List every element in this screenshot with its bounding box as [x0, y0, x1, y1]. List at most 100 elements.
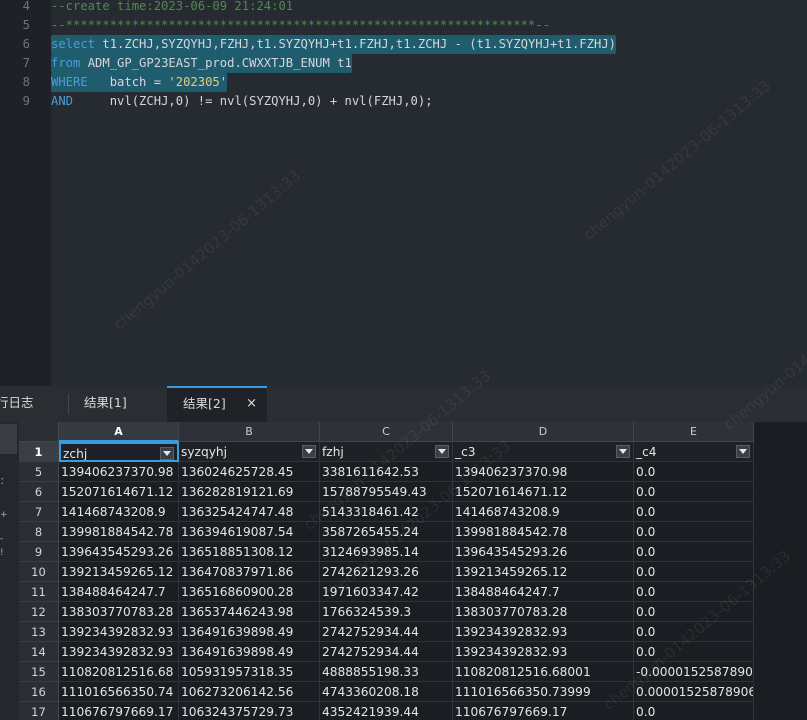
table-cell[interactable]: 3587265455.24 — [320, 522, 453, 542]
table-cell[interactable]: 4743360208.18 — [320, 682, 453, 702]
table-cell[interactable]: 15788795549.43 — [320, 482, 453, 502]
row-header[interactable]: 11 — [19, 582, 59, 602]
table-cell[interactable]: 0.0 — [634, 562, 754, 582]
table-cell[interactable]: 136282819121.69 — [179, 482, 320, 502]
table-cell[interactable]: 139643545293.26 — [453, 542, 634, 562]
table-cell[interactable]: 136491639898.49 — [179, 622, 320, 642]
table-cell[interactable]: 0.0 — [634, 482, 754, 502]
table-cell[interactable]: 2742752934.44 — [320, 622, 453, 642]
table-cell[interactable]: 0.0 — [634, 582, 754, 602]
filter-dropdown-icon[interactable] — [160, 447, 174, 460]
table-cell[interactable]: 139234392832.93 — [453, 622, 634, 642]
close-icon[interactable]: × — [246, 388, 257, 419]
row-header[interactable]: 1 — [19, 442, 59, 462]
table-cell[interactable]: 0.0 — [634, 622, 754, 642]
field-filter-cc3[interactable]: _c3 — [453, 442, 634, 462]
table-cell[interactable]: 136516860900.28 — [179, 582, 320, 602]
table-cell[interactable]: 2742621293.26 — [320, 562, 453, 582]
column-header-c[interactable]: C — [320, 422, 453, 442]
row-header[interactable]: 9 — [19, 542, 59, 562]
table-cell[interactable]: 111016566350.73999 — [453, 682, 634, 702]
table-cell[interactable]: 105931957318.35 — [179, 662, 320, 682]
grid-corner[interactable] — [19, 422, 59, 442]
table-cell[interactable]: 4888855198.33 — [320, 662, 453, 682]
table-cell[interactable]: 0.0 — [634, 502, 754, 522]
table-cell[interactable]: 139643545293.26 — [59, 542, 179, 562]
table-cell[interactable]: 139406237370.98 — [453, 462, 634, 482]
table-cell[interactable]: 5143318461.42 — [320, 502, 453, 522]
column-header-d[interactable]: D — [453, 422, 634, 442]
filter-dropdown-icon[interactable] — [435, 445, 449, 458]
table-cell[interactable]: 136491639898.49 — [179, 642, 320, 662]
table-cell[interactable]: 106324375729.73 — [179, 702, 320, 720]
table-cell[interactable]: 152071614671.12 — [59, 482, 179, 502]
field-filter-zchj[interactable]: zchj — [59, 442, 179, 462]
field-filter-syzqyhj[interactable]: syzqyhj — [179, 442, 320, 462]
row-header[interactable]: 12 — [19, 602, 59, 622]
sql-editor[interactable]: 4 --create time:2023-06-09 21:24:01 5 --***… — [0, 0, 807, 386]
table-cell[interactable]: 139234392832.93 — [59, 642, 179, 662]
table-cell[interactable]: 4352421939.44 — [320, 702, 453, 720]
row-header[interactable]: 16 — [19, 682, 59, 702]
table-cell[interactable]: 110820812516.68001 — [453, 662, 634, 682]
table-cell[interactable]: 0.0 — [634, 522, 754, 542]
tab-result-2[interactable]: 结果[2] × — [167, 386, 267, 424]
table-cell[interactable]: 0.000015258789062 — [634, 682, 754, 702]
row-header[interactable]: 10 — [19, 562, 59, 582]
table-cell[interactable]: 139981884542.78 — [59, 522, 179, 542]
table-cell[interactable]: 3124693985.14 — [320, 542, 453, 562]
table-cell[interactable]: 0.0 — [634, 542, 754, 562]
row-header[interactable]: 17 — [19, 702, 59, 720]
column-header-a[interactable]: A — [59, 422, 179, 442]
side-tool-button[interactable] — [0, 424, 17, 454]
table-cell[interactable]: 1766324539.3 — [320, 602, 453, 622]
field-filter-fzhj[interactable]: fzhj — [320, 442, 453, 462]
row-header[interactable]: 14 — [19, 642, 59, 662]
field-filter-cc4[interactable]: _c4 — [634, 442, 754, 462]
filter-dropdown-icon[interactable] — [302, 445, 316, 458]
column-header-b[interactable]: B — [179, 422, 320, 442]
tab-run-log[interactable]: 行日志 — [0, 386, 56, 422]
table-cell[interactable]: 136518851308.12 — [179, 542, 320, 562]
table-cell[interactable]: 0.0 — [634, 602, 754, 622]
table-cell[interactable]: 138488464247.7 — [453, 582, 634, 602]
table-cell[interactable]: 139234392832.93 — [59, 622, 179, 642]
table-cell[interactable]: 139234392832.93 — [453, 642, 634, 662]
table-cell[interactable]: 139981884542.78 — [453, 522, 634, 542]
row-header[interactable]: 7 — [19, 502, 59, 522]
filter-dropdown-icon[interactable] — [616, 445, 630, 458]
table-cell[interactable]: 110676797669.17 — [59, 702, 179, 720]
table-cell[interactable]: 110676797669.17 — [453, 702, 634, 720]
table-cell[interactable]: 110820812516.68 — [59, 662, 179, 682]
table-cell[interactable]: 139213459265.12 — [59, 562, 179, 582]
row-header[interactable]: 8 — [19, 522, 59, 542]
table-cell[interactable]: 0.0 — [634, 702, 754, 720]
table-cell[interactable]: 0.0 — [634, 642, 754, 662]
result-grid[interactable]: A B C D E 1 zchj syzqyhj fzhj _c3 _c4 5 139406237370… — [19, 422, 807, 720]
table-cell[interactable]: 136394619087.54 — [179, 522, 320, 542]
table-cell[interactable]: 136024625728.45 — [179, 462, 320, 482]
row-header[interactable]: 15 — [19, 662, 59, 682]
table-cell[interactable]: 2742752934.44 — [320, 642, 453, 662]
table-cell[interactable]: 138488464247.7 — [59, 582, 179, 602]
filter-dropdown-icon[interactable] — [736, 445, 750, 458]
table-cell[interactable]: 152071614671.12 — [453, 482, 634, 502]
table-cell[interactable]: 136470837971.86 — [179, 562, 320, 582]
table-cell[interactable]: 3381611642.53 — [320, 462, 453, 482]
table-cell[interactable]: 0.0 — [634, 462, 754, 482]
table-cell[interactable]: 106273206142.56 — [179, 682, 320, 702]
table-cell[interactable]: 139406237370.98 — [59, 462, 179, 482]
table-cell[interactable]: 136537446243.98 — [179, 602, 320, 622]
table-cell[interactable]: 111016566350.74 — [59, 682, 179, 702]
table-cell[interactable]: 136325424747.48 — [179, 502, 320, 522]
table-cell[interactable]: 1971603347.42 — [320, 582, 453, 602]
row-header[interactable]: 13 — [19, 622, 59, 642]
row-header[interactable]: 5 — [19, 462, 59, 482]
column-header-e[interactable]: E — [634, 422, 754, 442]
table-cell[interactable]: 138303770783.28 — [453, 602, 634, 622]
table-cell[interactable]: 139213459265.12 — [453, 562, 634, 582]
table-cell[interactable]: 141468743208.9 — [59, 502, 179, 522]
row-header[interactable]: 6 — [19, 482, 59, 502]
table-cell[interactable]: 141468743208.9 — [453, 502, 634, 522]
table-cell[interactable]: -0.000015258789062 — [634, 662, 754, 682]
